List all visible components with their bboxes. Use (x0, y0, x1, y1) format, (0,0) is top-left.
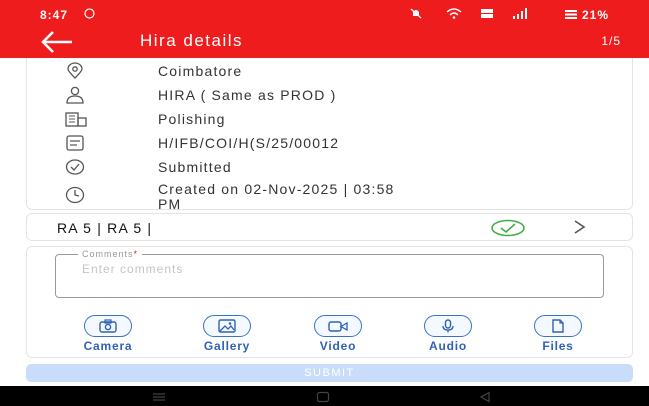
wifi-icon (446, 8, 462, 22)
battery-percent: 21% (581, 8, 609, 22)
detail-reference-row: H/IFB/COI/H(S/25/00012 (27, 132, 632, 156)
detail-location: Coimbatore (158, 63, 243, 79)
audio-pill[interactable] (424, 315, 472, 337)
camera-icon (99, 319, 117, 333)
page-title: Hira details (140, 31, 244, 50)
submit-button[interactable]: SUBMIT (26, 364, 633, 382)
comments-label-text: Comments (82, 249, 134, 259)
app-bar: Hira details 1/5 (0, 28, 649, 58)
camera-pill[interactable] (84, 315, 132, 337)
comments-field[interactable]: Comments* (55, 249, 604, 298)
detail-department-row: Polishing (27, 108, 632, 132)
location-pin-icon (65, 62, 85, 80)
gallery-pill[interactable] (203, 315, 251, 337)
camera-label: Camera (83, 339, 133, 353)
detail-created-line2: PM (158, 196, 182, 212)
battery-status: 21% (564, 8, 609, 22)
video-icon (328, 321, 348, 332)
details-card: Coimbatore HIRA ( Same as PROD ) Polishi… (26, 58, 633, 212)
microphone-icon (442, 319, 454, 333)
video-label: Video (319, 339, 357, 353)
video-pill[interactable] (314, 315, 362, 337)
ra-label: RA 5 | RA 5 | (57, 220, 153, 236)
gallery-label: Gallery (203, 339, 251, 353)
detail-created: Created on 02-Nov-2025 | 03:58 PM (158, 182, 395, 212)
battery-icon (564, 10, 577, 19)
ra-row[interactable]: RA 5 | RA 5 | (26, 213, 633, 241)
chevron-right-icon[interactable] (571, 216, 589, 244)
file-icon (552, 319, 564, 333)
system-nav-bar (0, 386, 649, 406)
status-time: 8:47 (40, 8, 69, 22)
audio-label: Audio (429, 339, 467, 353)
comments-label: Comments* (78, 249, 143, 259)
files-button[interactable]: Files (511, 315, 605, 355)
detail-created-line1: Created on 02-Nov-2025 | 03:58 (158, 181, 395, 197)
comments-input[interactable] (82, 261, 582, 277)
clock-icon (65, 186, 85, 204)
back-arrow-icon[interactable] (40, 29, 74, 59)
document-icon (65, 134, 85, 152)
building-icon (65, 110, 87, 128)
detail-location-row: Coimbatore (27, 60, 632, 84)
signal-icon (512, 8, 528, 22)
back-nav-icon[interactable] (478, 390, 492, 403)
person-icon (65, 86, 85, 104)
pager-indicator: 1/5 (601, 34, 621, 48)
audio-button[interactable]: Audio (401, 315, 495, 355)
camera-button[interactable]: Camera (61, 315, 155, 355)
detail-owner-row: HIRA ( Same as PROD ) (27, 84, 632, 108)
required-mark: * (133, 249, 139, 259)
attachments-card: Comments* Camera Gallery Video Audio Fil… (26, 246, 633, 358)
detail-created-row: Created on 02-Nov-2025 | 03:58 PM (27, 180, 632, 212)
detail-owner: HIRA ( Same as PROD ) (158, 87, 337, 103)
detail-status-row: Submitted (27, 156, 632, 180)
home-icon[interactable] (316, 390, 330, 403)
gallery-button[interactable]: Gallery (180, 315, 274, 355)
detail-reference: H/IFB/COI/H(S/25/00012 (158, 135, 340, 151)
mute-icon (410, 8, 422, 22)
check-circle-icon (65, 158, 85, 176)
status-bar: 8:47 21% (0, 0, 649, 28)
files-label: Files (542, 339, 574, 353)
detail-department: Polishing (158, 111, 226, 127)
video-button[interactable]: Video (291, 315, 385, 355)
detail-status: Submitted (158, 159, 232, 175)
recent-apps-icon[interactable] (152, 390, 166, 402)
files-pill[interactable] (534, 315, 582, 337)
check-circle-icon (489, 218, 527, 238)
gallery-icon (218, 319, 236, 333)
volte-icon (480, 8, 494, 21)
whatsapp-icon (84, 8, 95, 22)
